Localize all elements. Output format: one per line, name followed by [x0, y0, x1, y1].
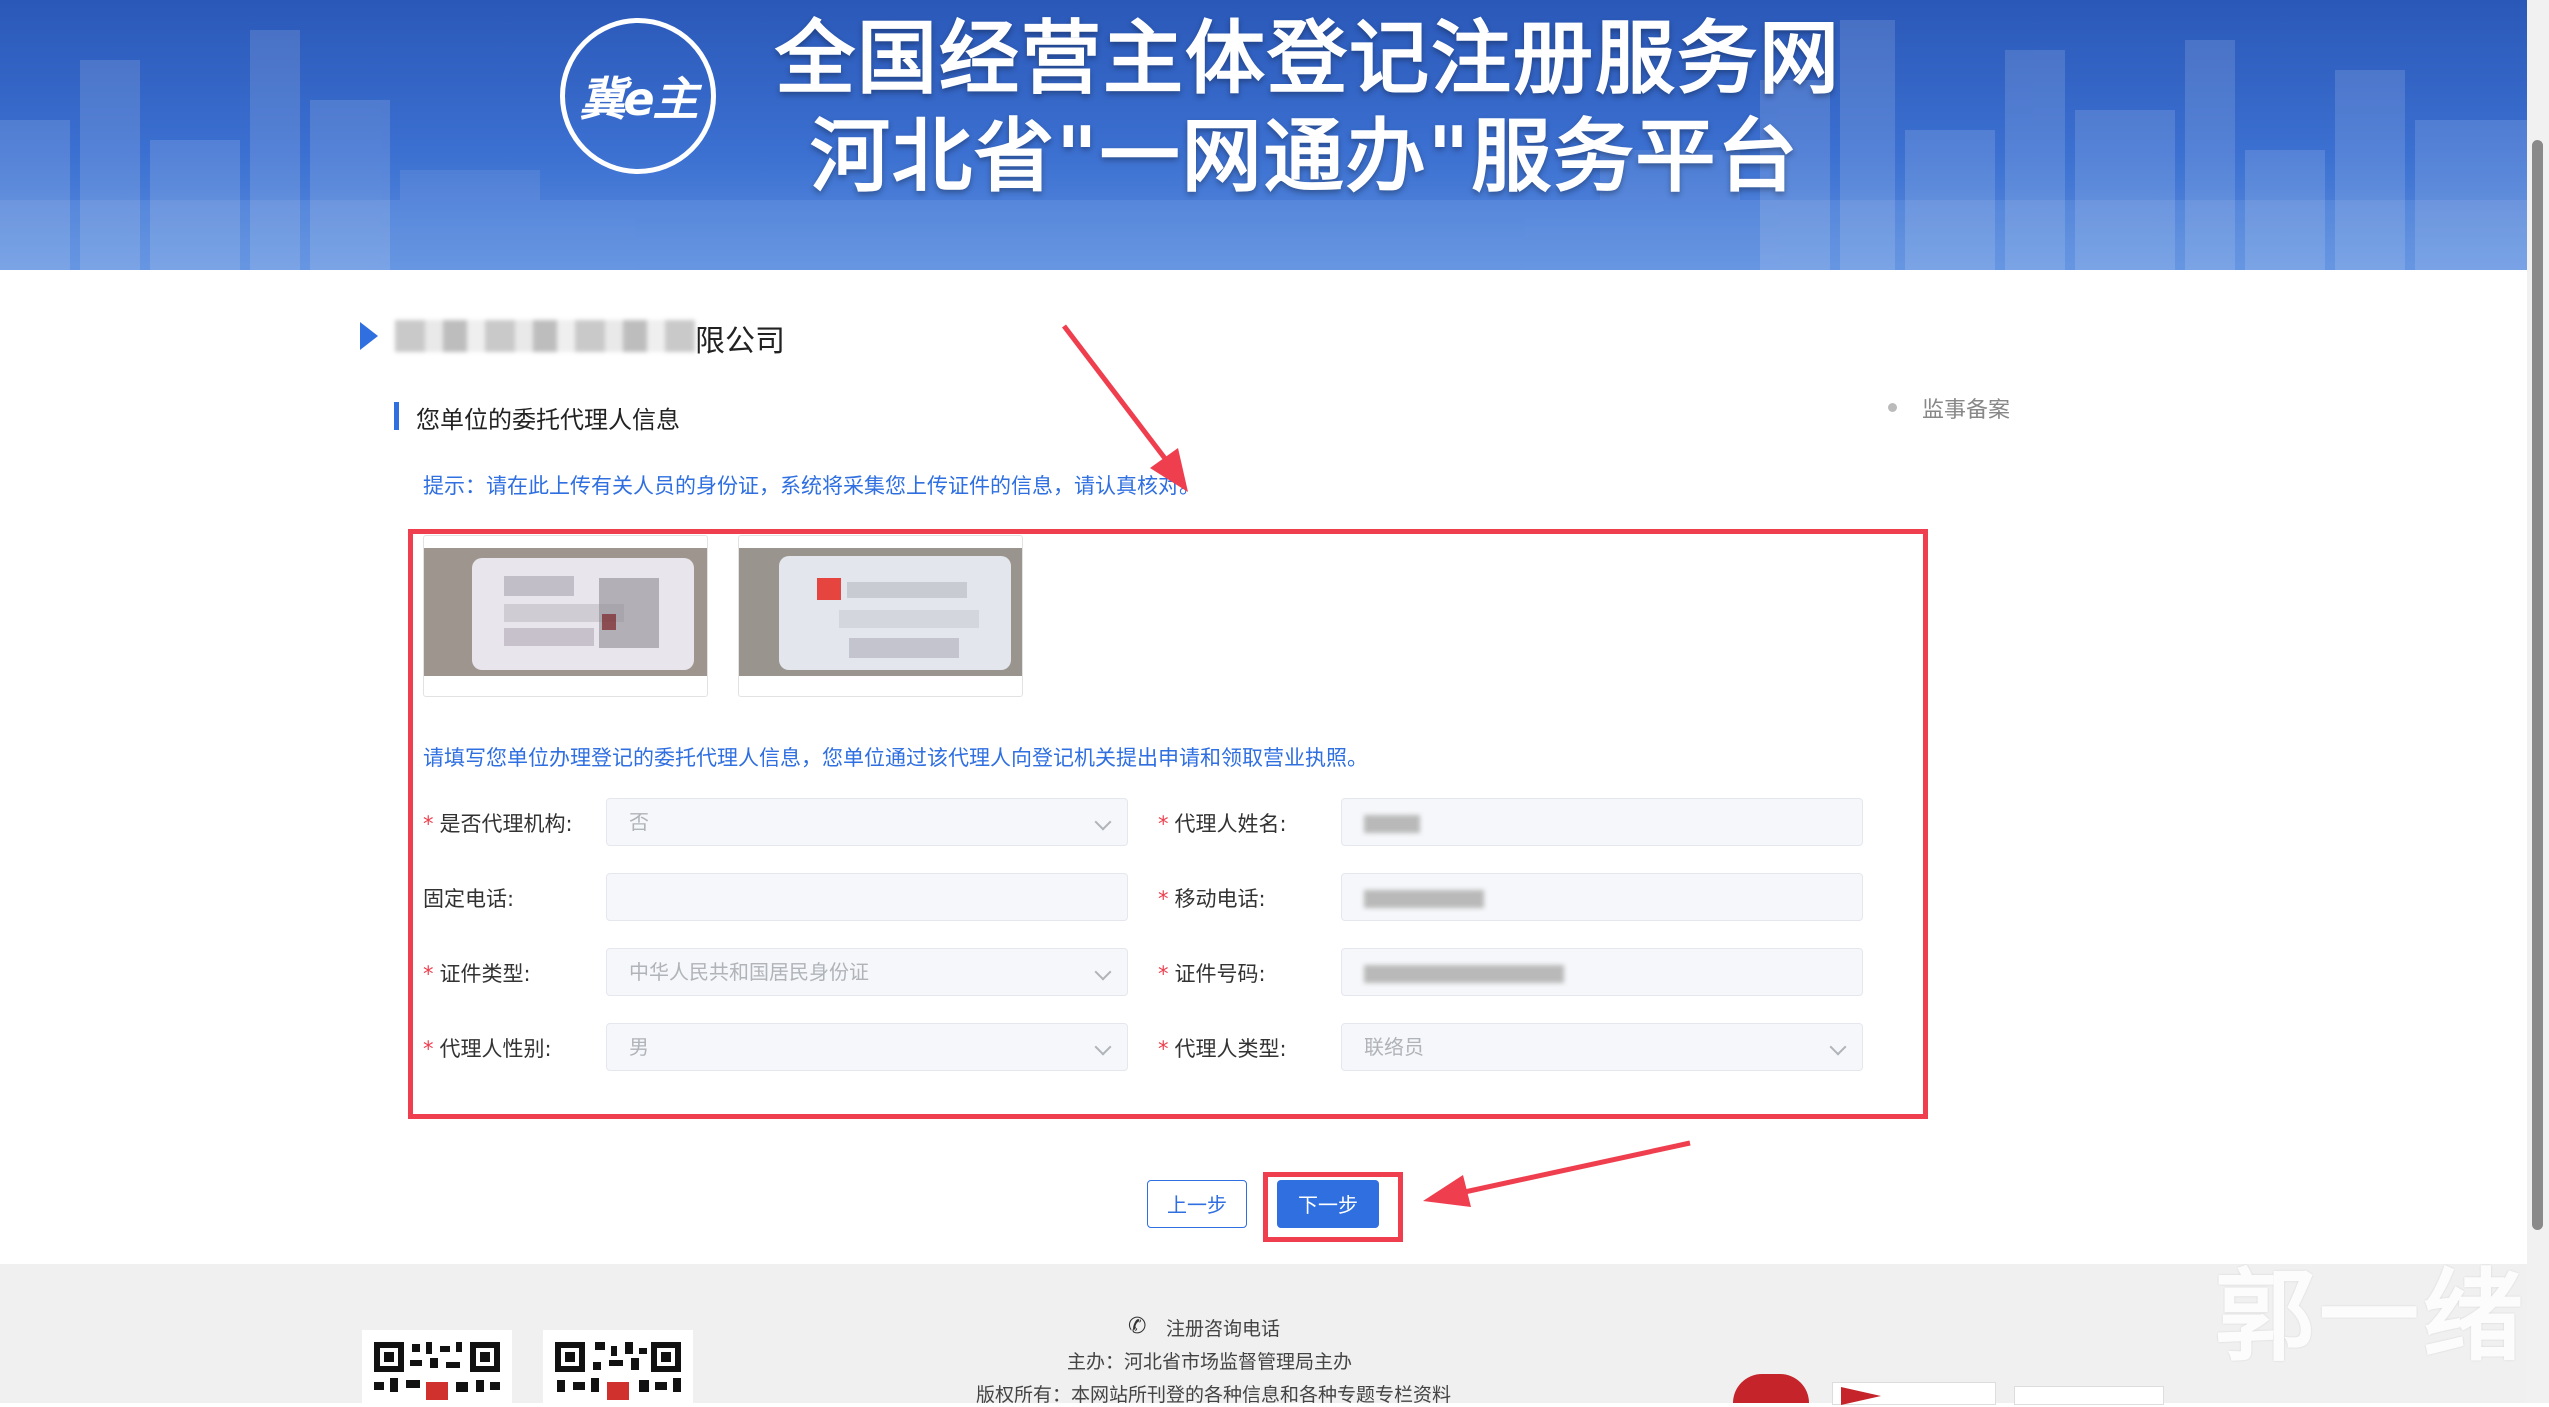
agent-name-label: * 代理人姓名: [1158, 812, 1287, 836]
landline-label: 固定电话: [423, 887, 515, 911]
phone-icon: ✆ [1128, 1314, 1147, 1339]
landline-input[interactable] [606, 873, 1128, 921]
qr-code-icon [543, 1330, 693, 1403]
agent-name-input[interactable] [1341, 798, 1863, 846]
required-marker: * [1158, 887, 1169, 911]
watermark: 郭一绪 [2215, 1258, 2527, 1375]
gender-label: * 代理人性别: [423, 1037, 552, 1061]
required-marker: * [1158, 1037, 1169, 1061]
id-number-label: * 证件号码: [1158, 962, 1266, 986]
annotation-arrow-icon [1062, 324, 1188, 492]
footer-host: 主办：河北省市场监督管理局主办 [1067, 1351, 1353, 1373]
government-website-badge[interactable] [1832, 1382, 1996, 1405]
id-card-front-image [424, 548, 707, 676]
id-number-input[interactable] [1341, 948, 1863, 996]
mobile-input[interactable] [1341, 873, 1863, 921]
next-step-button[interactable]: 下一步 [1277, 1180, 1379, 1228]
site-logo: 冀e主 [560, 18, 716, 174]
id-card-back-image [739, 548, 1022, 676]
header-banner: 冀e主 全国经营主体登记注册服务网 河北省"一网通办"服务平台 [0, 0, 2527, 270]
logo-text: 冀e主 [579, 72, 698, 126]
company-marker-icon [360, 322, 378, 350]
required-marker: * [423, 812, 434, 836]
mobile-label: * 移动电话: [1158, 887, 1266, 911]
section-title: 您单位的委托代理人信息 [416, 406, 680, 434]
chevron-down-icon [1094, 963, 1112, 981]
chevron-down-icon [1094, 1038, 1112, 1056]
required-marker: * [423, 1037, 434, 1061]
side-nav-dot-icon [1888, 403, 1897, 412]
chevron-down-icon [1094, 813, 1112, 831]
prev-step-button[interactable]: 上一步 [1147, 1180, 1247, 1228]
flag-icon [1841, 1387, 1881, 1405]
id-card-back-upload[interactable] [738, 535, 1023, 697]
section-marker [394, 402, 399, 430]
id-card-front-upload[interactable] [423, 535, 708, 697]
id-type-label: * 证件类型: [423, 962, 531, 986]
company-name-redacted [395, 320, 695, 352]
site-badge[interactable] [2014, 1386, 2164, 1405]
is-agency-label: * 是否代理机构: [423, 812, 573, 836]
is-agency-select[interactable]: 否 [606, 798, 1128, 846]
company-name: 限公司 [695, 324, 785, 359]
agent-type-select[interactable]: 联络员 [1341, 1023, 1863, 1071]
scrollbar-thumb[interactable] [2532, 140, 2543, 1230]
required-marker: * [1158, 962, 1169, 986]
form-description: 请填写您单位办理登记的委托代理人信息，您单位通过该代理人向登记机关提出申请和领取… [423, 746, 1368, 770]
qr-code-icon [362, 1330, 512, 1403]
site-title-line2: 河北省"一网通办"服务平台 [810, 110, 1800, 203]
gender-select[interactable]: 男 [606, 1023, 1128, 1071]
id-type-select[interactable]: 中华人民共和国居民身份证 [606, 948, 1128, 996]
chevron-down-icon [1829, 1038, 1847, 1056]
agent-type-label: * 代理人类型: [1158, 1037, 1287, 1061]
side-nav-item-supervisor-filing[interactable]: 监事备案 [1922, 392, 2010, 424]
required-marker: * [423, 962, 434, 986]
required-marker: * [1158, 812, 1169, 836]
annotation-arrow-icon [1423, 1140, 1691, 1207]
footer-phone-label: 注册咨询电话 [1166, 1318, 1281, 1340]
